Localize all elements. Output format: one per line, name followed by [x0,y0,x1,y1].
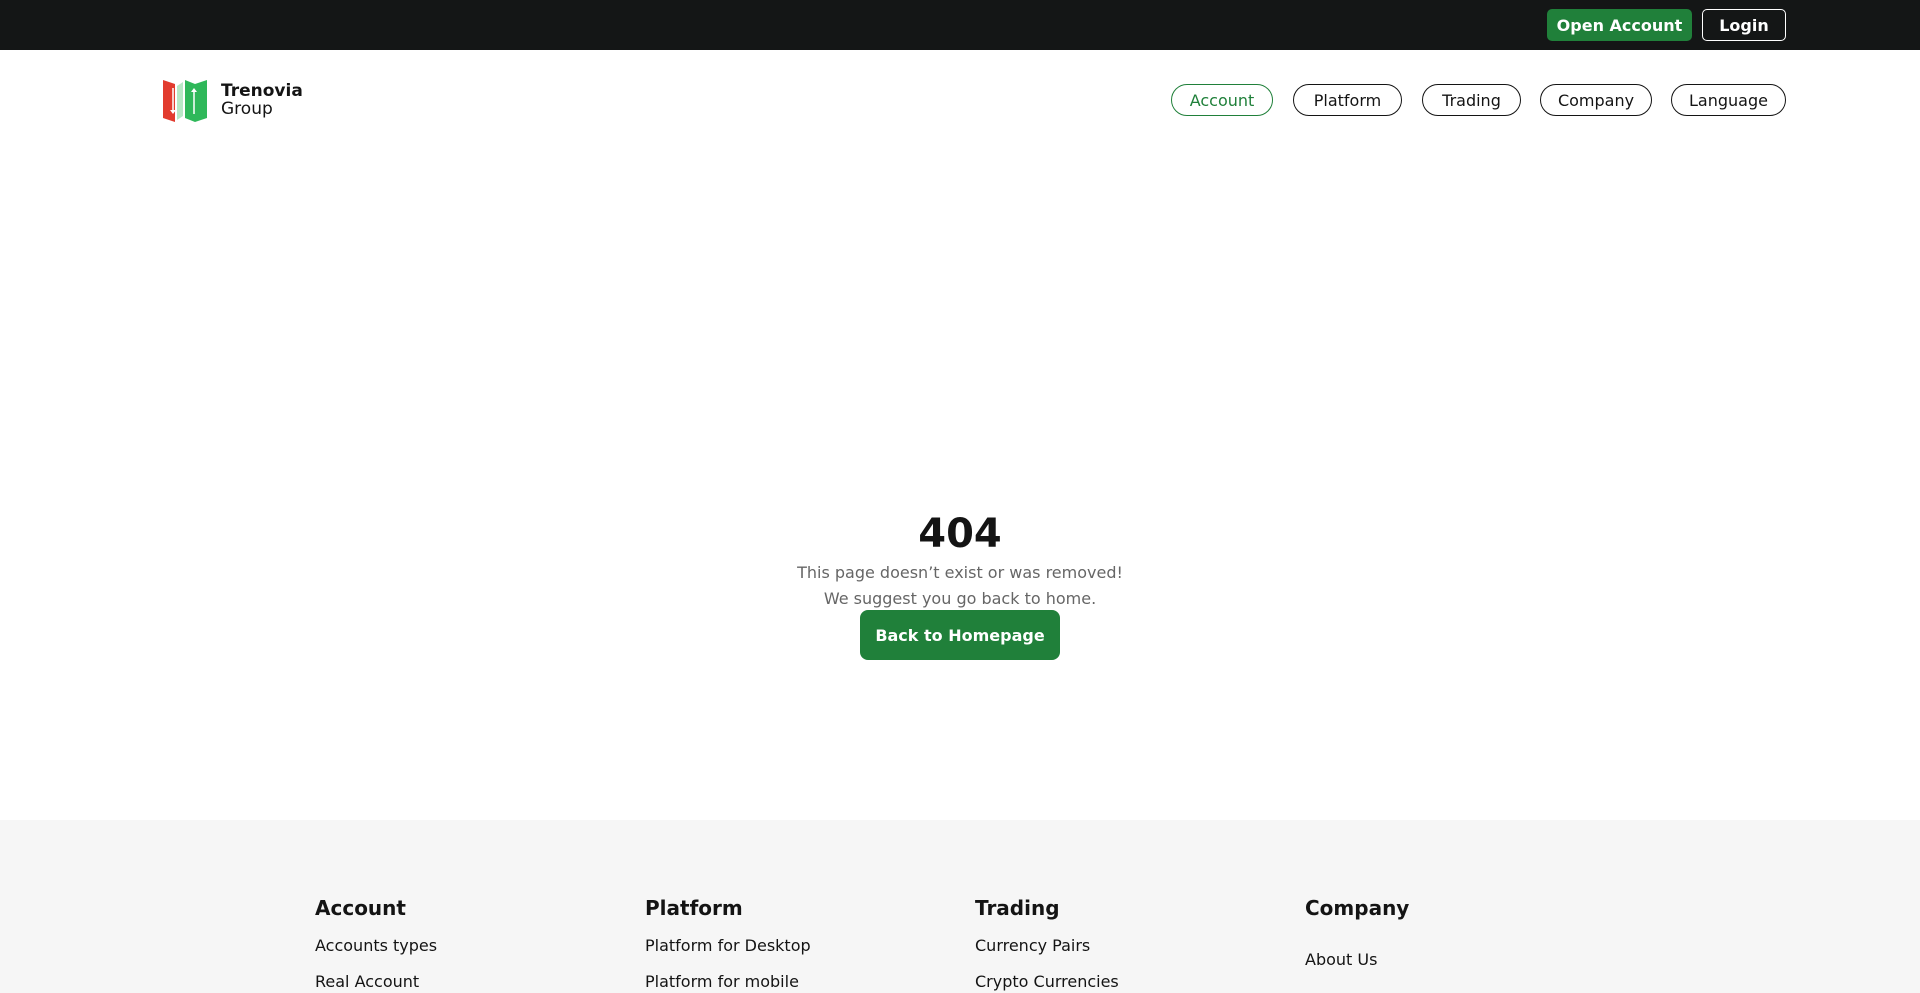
error-suggestion: We suggest you go back to home. [823,589,1097,608]
not-found-section: 404 This page doesn’t exist or was remov… [0,510,1920,612]
nav-platform[interactable]: Platform [1293,84,1402,116]
top-bar: Open Account Login [0,0,1920,50]
login-button[interactable]: Login [1702,9,1786,41]
footer-heading: Platform [645,896,743,920]
site-footer: Account Accounts types Real Account Plat… [0,820,1920,993]
footer-column-trading: Trading Currency Pairs Crypto Currencies [975,894,1119,993]
nav-trading[interactable]: Trading [1422,84,1521,116]
site-header: Trenovia Group Account Platform Trading … [0,50,1920,150]
footer-link[interactable]: Currency Pairs [975,928,1119,964]
brand-logo[interactable]: Trenovia Group [163,78,303,122]
footer-column-account: Account Accounts types Real Account [315,894,437,993]
footer-heading: Company [1305,896,1410,920]
footer-link[interactable]: Real Account [315,964,437,993]
brand-name: Trenovia [221,81,303,101]
footer-column-platform: Platform Platform for Desktop Platform f… [645,894,811,993]
footer-heading: Account [315,896,406,920]
footer-column-company: Company About Us [1305,894,1409,978]
footer-link[interactable]: Accounts types [315,928,437,964]
back-to-homepage-button[interactable]: Back to Homepage [860,610,1060,660]
footer-link[interactable]: Platform for Desktop [645,928,811,964]
footer-link[interactable]: Platform for mobile [645,964,811,993]
footer-link[interactable]: About Us [1305,942,1409,978]
nav-company[interactable]: Company [1540,84,1652,116]
footer-heading: Trading [975,896,1060,920]
open-account-button[interactable]: Open Account [1547,9,1692,41]
logo-mark-icon [163,80,207,122]
brand-sub: Group [221,99,273,119]
nav-account[interactable]: Account [1171,84,1273,116]
footer-link[interactable]: Crypto Currencies [975,964,1119,993]
error-message: This page doesn’t exist or was removed! [797,563,1123,582]
nav-language[interactable]: Language [1671,84,1786,116]
error-code: 404 [918,511,1002,557]
